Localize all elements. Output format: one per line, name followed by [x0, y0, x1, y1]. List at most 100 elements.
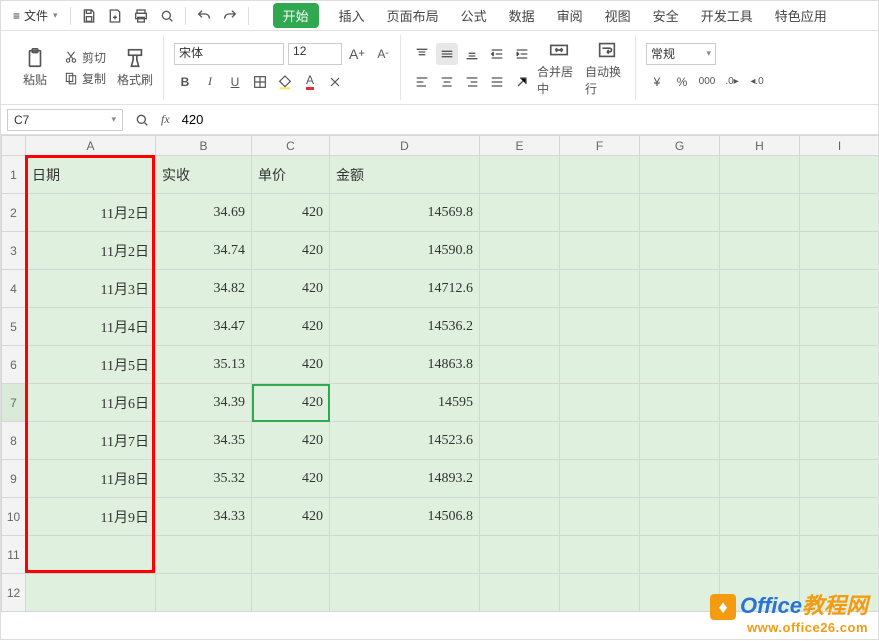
cell-D11[interactable]: [330, 536, 480, 574]
increase-indent-icon[interactable]: [511, 43, 533, 65]
cell-F9[interactable]: [560, 460, 640, 498]
align-right-icon[interactable]: [461, 71, 483, 93]
cell-D1[interactable]: 金额: [330, 156, 480, 194]
cell-H7[interactable]: [720, 384, 800, 422]
cell-F6[interactable]: [560, 346, 640, 384]
cell-F5[interactable]: [560, 308, 640, 346]
tab-formulas[interactable]: 公式: [459, 2, 489, 29]
col-header-A[interactable]: A: [26, 136, 156, 156]
cell-A3[interactable]: 11月2日: [26, 232, 156, 270]
cell-E4[interactable]: [480, 270, 560, 308]
row-header[interactable]: 1: [2, 156, 26, 194]
cell-F11[interactable]: [560, 536, 640, 574]
cell-E9[interactable]: [480, 460, 560, 498]
cell-D6[interactable]: 14863.8: [330, 346, 480, 384]
tab-dev-tools[interactable]: 开发工具: [699, 2, 755, 29]
cell-A11[interactable]: [26, 536, 156, 574]
cell-D3[interactable]: 14590.8: [330, 232, 480, 270]
align-left-icon[interactable]: [411, 71, 433, 93]
cell-I5[interactable]: [800, 308, 879, 346]
cell-B12[interactable]: [156, 574, 252, 612]
cell-C5[interactable]: 420: [252, 308, 330, 346]
format-painter-button[interactable]: 格式刷: [113, 39, 157, 97]
align-bottom-icon[interactable]: [461, 43, 483, 65]
cell-D4[interactable]: 14712.6: [330, 270, 480, 308]
cell-I11[interactable]: [800, 536, 879, 574]
cut-button[interactable]: 剪切: [61, 48, 109, 67]
cell-E7[interactable]: [480, 384, 560, 422]
fill-color-icon[interactable]: [274, 71, 296, 93]
cell-E2[interactable]: [480, 194, 560, 232]
cell-G7[interactable]: [640, 384, 720, 422]
cell-A12[interactable]: [26, 574, 156, 612]
tab-page-layout[interactable]: 页面布局: [385, 2, 441, 29]
print-icon[interactable]: [129, 4, 153, 28]
row-header[interactable]: 6: [2, 346, 26, 384]
cell-B3[interactable]: 34.74: [156, 232, 252, 270]
cell-A4[interactable]: 11月3日: [26, 270, 156, 308]
redo-icon[interactable]: [218, 4, 242, 28]
cell-B5[interactable]: 34.47: [156, 308, 252, 346]
cell-B9[interactable]: 35.32: [156, 460, 252, 498]
cell-C4[interactable]: 420: [252, 270, 330, 308]
cell-I4[interactable]: [800, 270, 879, 308]
cell-G2[interactable]: [640, 194, 720, 232]
row-header[interactable]: 8: [2, 422, 26, 460]
cell-B1[interactable]: 实收: [156, 156, 252, 194]
percent-icon[interactable]: %: [671, 71, 693, 93]
cell-B4[interactable]: 34.82: [156, 270, 252, 308]
cell-C6[interactable]: 420: [252, 346, 330, 384]
row-header[interactable]: 10: [2, 498, 26, 536]
row-header[interactable]: 4: [2, 270, 26, 308]
cell-D5[interactable]: 14536.2: [330, 308, 480, 346]
fx-icon[interactable]: fx: [161, 112, 170, 127]
col-header-G[interactable]: G: [640, 136, 720, 156]
col-header-C[interactable]: C: [252, 136, 330, 156]
cell-I8[interactable]: [800, 422, 879, 460]
cell-C12[interactable]: [252, 574, 330, 612]
cell-G11[interactable]: [640, 536, 720, 574]
copy-button[interactable]: 复制: [61, 69, 109, 88]
font-color-icon[interactable]: A: [299, 71, 321, 93]
cell-E10[interactable]: [480, 498, 560, 536]
cell-A10[interactable]: 11月9日: [26, 498, 156, 536]
borders-icon[interactable]: [249, 71, 271, 93]
cell-A5[interactable]: 11月4日: [26, 308, 156, 346]
tab-review[interactable]: 审阅: [555, 2, 585, 29]
align-center-icon[interactable]: [436, 71, 458, 93]
cell-E1[interactable]: [480, 156, 560, 194]
cell-E6[interactable]: [480, 346, 560, 384]
font-size-select[interactable]: 12: [288, 43, 342, 65]
cell-C10[interactable]: 420: [252, 498, 330, 536]
cell-H5[interactable]: [720, 308, 800, 346]
tab-data[interactable]: 数据: [507, 2, 537, 29]
tab-home[interactable]: 开始: [273, 3, 319, 28]
cell-D2[interactable]: 14569.8: [330, 194, 480, 232]
col-header-E[interactable]: E: [480, 136, 560, 156]
cell-H8[interactable]: [720, 422, 800, 460]
row-header[interactable]: 3: [2, 232, 26, 270]
row-header[interactable]: 7: [2, 384, 26, 422]
cell-F12[interactable]: [560, 574, 640, 612]
cell-F10[interactable]: [560, 498, 640, 536]
undo-icon[interactable]: [192, 4, 216, 28]
cell-E8[interactable]: [480, 422, 560, 460]
bold-icon[interactable]: B: [174, 71, 196, 93]
cell-E11[interactable]: [480, 536, 560, 574]
cell-H1[interactable]: [720, 156, 800, 194]
cell-H9[interactable]: [720, 460, 800, 498]
cell-C8[interactable]: 420: [252, 422, 330, 460]
orientation-icon[interactable]: [511, 71, 533, 93]
cell-B6[interactable]: 35.13: [156, 346, 252, 384]
col-header-B[interactable]: B: [156, 136, 252, 156]
cell-I7[interactable]: [800, 384, 879, 422]
italic-icon[interactable]: I: [199, 71, 221, 93]
cell-I1[interactable]: [800, 156, 879, 194]
tab-security[interactable]: 安全: [651, 2, 681, 29]
col-header-H[interactable]: H: [720, 136, 800, 156]
number-format-select[interactable]: 常规 ▾: [646, 43, 716, 65]
increase-decimal-icon[interactable]: .0▸: [721, 71, 743, 93]
col-header-F[interactable]: F: [560, 136, 640, 156]
cell-D9[interactable]: 14893.2: [330, 460, 480, 498]
thousands-icon[interactable]: 000: [696, 71, 718, 93]
